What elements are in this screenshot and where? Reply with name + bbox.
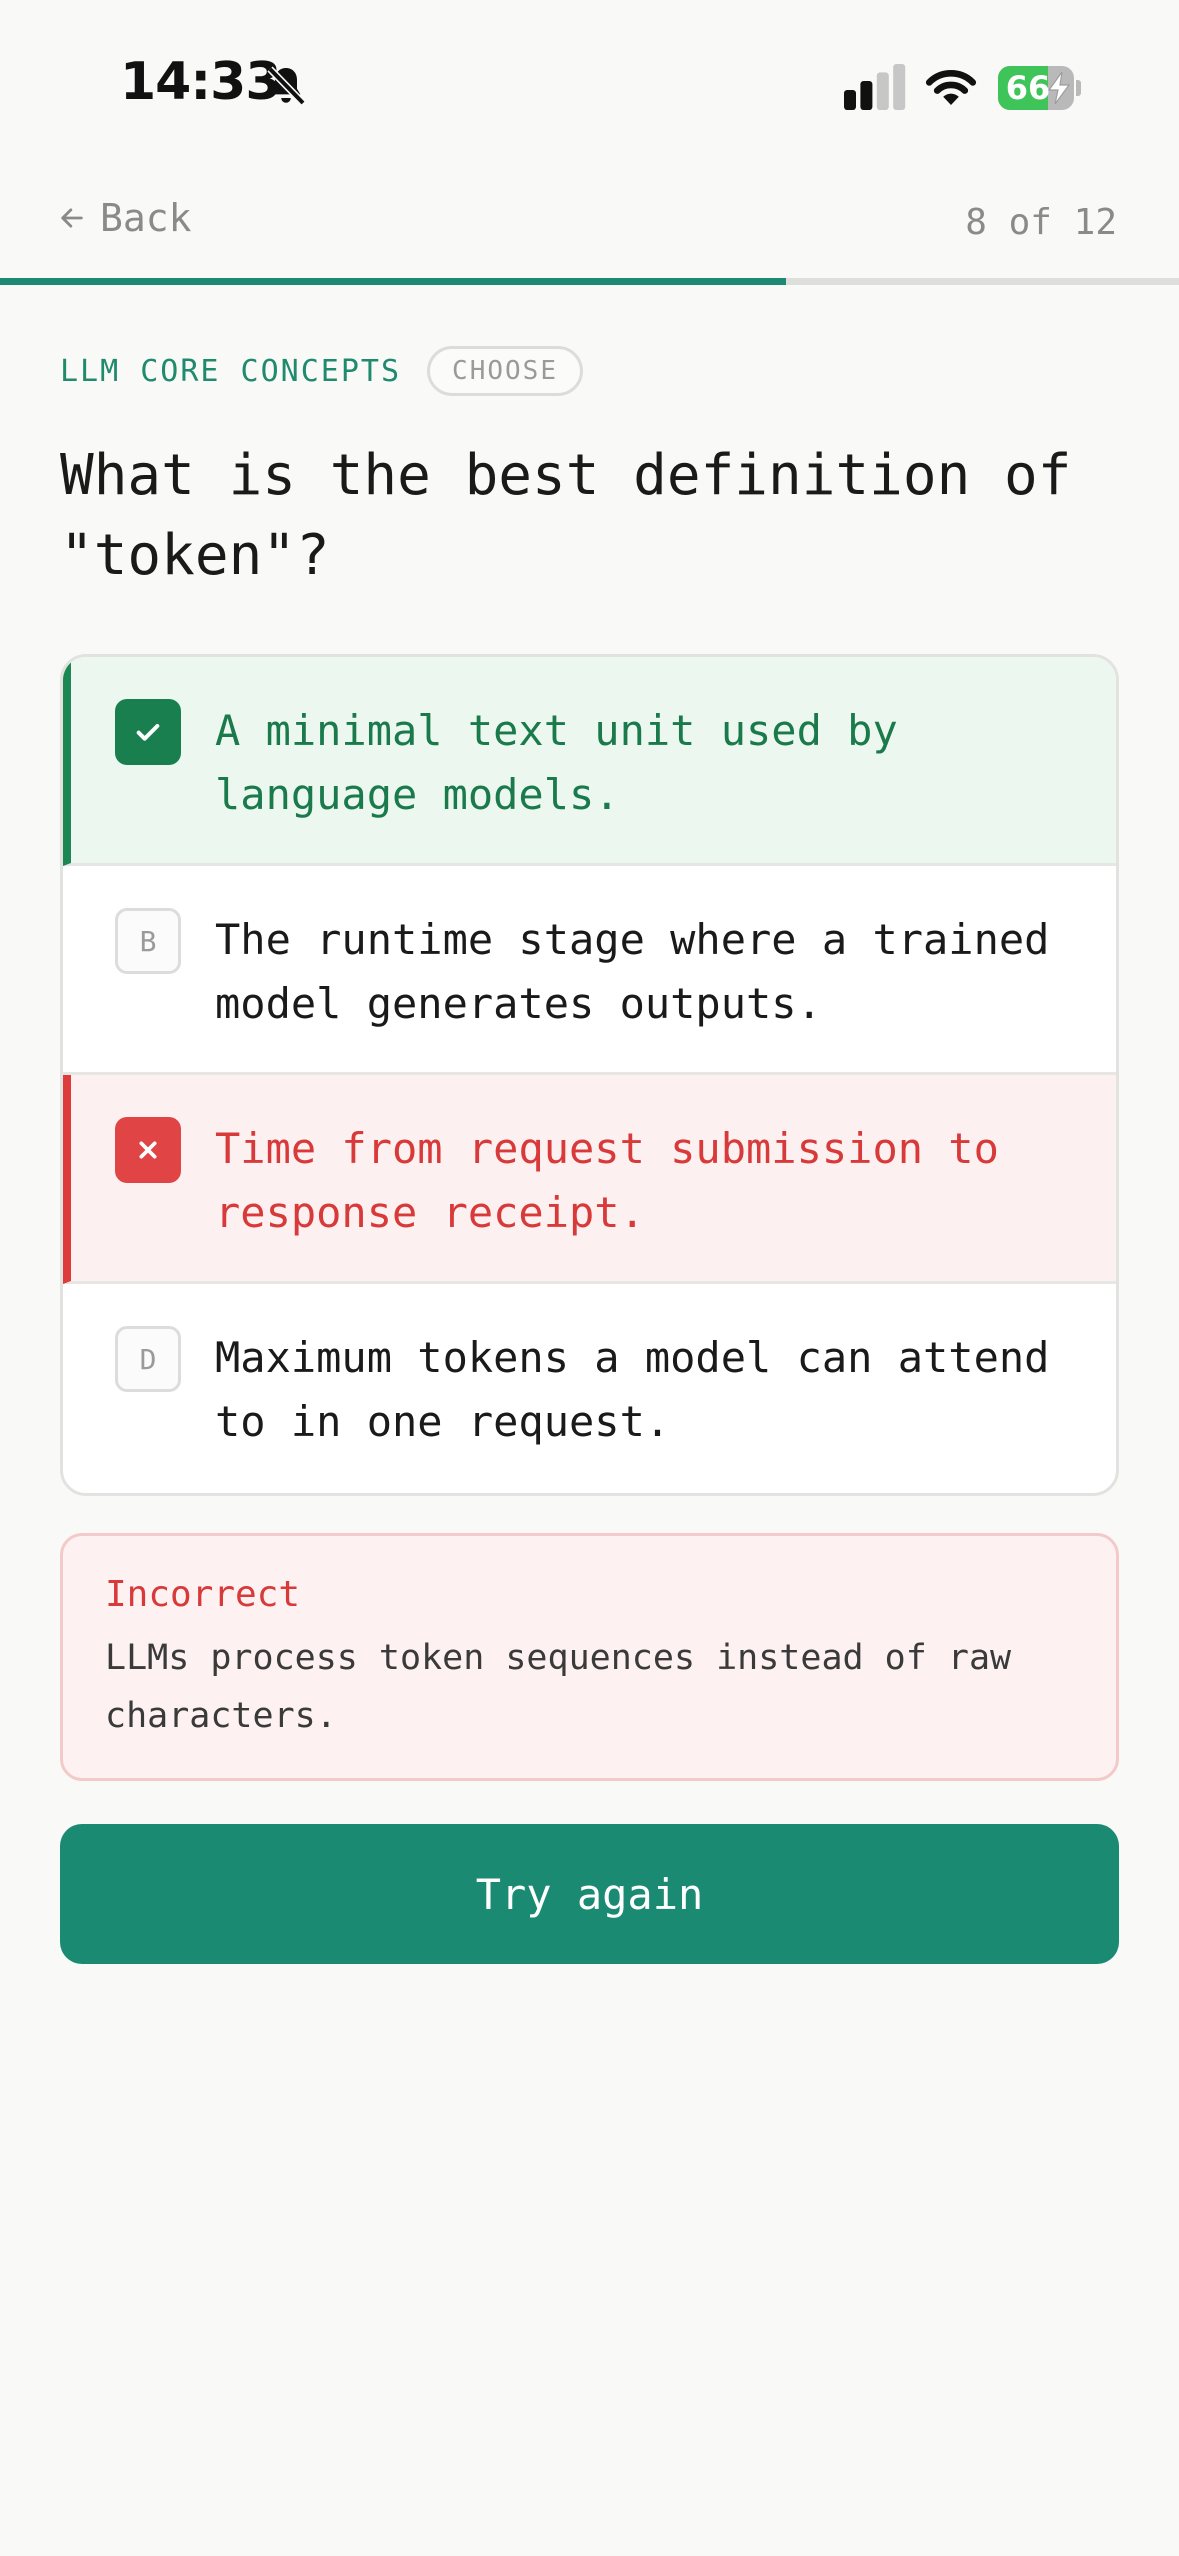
feedback-text: LLMs process token sequences instead of …	[105, 1638, 1012, 1736]
question-meta: LLM CORE CONCEPTS CHOOSE	[60, 346, 583, 396]
battery-charging-icon: 66	[998, 66, 1081, 110]
option-b[interactable]: B The runtime stage where a trained mode…	[63, 866, 1116, 1075]
back-button[interactable]: Back	[58, 190, 192, 246]
option-b-letter: B	[115, 908, 181, 974]
answer-options: A minimal text unit used by language mod…	[60, 654, 1119, 1496]
wifi-icon	[925, 70, 977, 105]
status-time: 14:33	[120, 52, 282, 112]
close-icon	[115, 1117, 181, 1183]
question-type-badge: CHOOSE	[427, 346, 583, 396]
option-a-text: A minimal text unit used by language mod…	[215, 706, 898, 819]
try-again-button[interactable]: Try again	[60, 1824, 1119, 1964]
bell-slash-icon	[267, 66, 306, 106]
progress-fill	[0, 278, 787, 285]
cellular-signal-icon	[844, 64, 906, 110]
status-bar: 14:33 66	[0, 0, 1179, 172]
option-b-text: The runtime stage where a trained model …	[215, 915, 1050, 1028]
feedback-title: Incorrect	[105, 1574, 301, 1615]
option-a[interactable]: A minimal text unit used by language mod…	[63, 657, 1116, 866]
top-nav: Back 8 of 12	[0, 172, 1179, 280]
option-c-text: Time from request submission to response…	[215, 1124, 999, 1237]
back-label: Back	[100, 196, 192, 240]
progress-bar	[0, 278, 1179, 285]
question-text: What is the best definition of "token"?	[60, 443, 1072, 588]
feedback-panel: Incorrect LLMs process token sequences i…	[60, 1533, 1119, 1781]
question-counter: 8 of 12	[965, 202, 1117, 243]
check-icon	[115, 699, 181, 765]
option-d-text: Maximum tokens a model can attend to in …	[215, 1333, 1050, 1446]
option-c[interactable]: Time from request submission to response…	[63, 1075, 1116, 1284]
option-d[interactable]: D Maximum tokens a model can attend to i…	[63, 1284, 1116, 1493]
arrow-left-icon	[61, 208, 83, 228]
bolt-icon	[1047, 72, 1071, 104]
option-d-letter: D	[115, 1326, 181, 1392]
category-label: LLM CORE CONCEPTS	[60, 353, 402, 389]
